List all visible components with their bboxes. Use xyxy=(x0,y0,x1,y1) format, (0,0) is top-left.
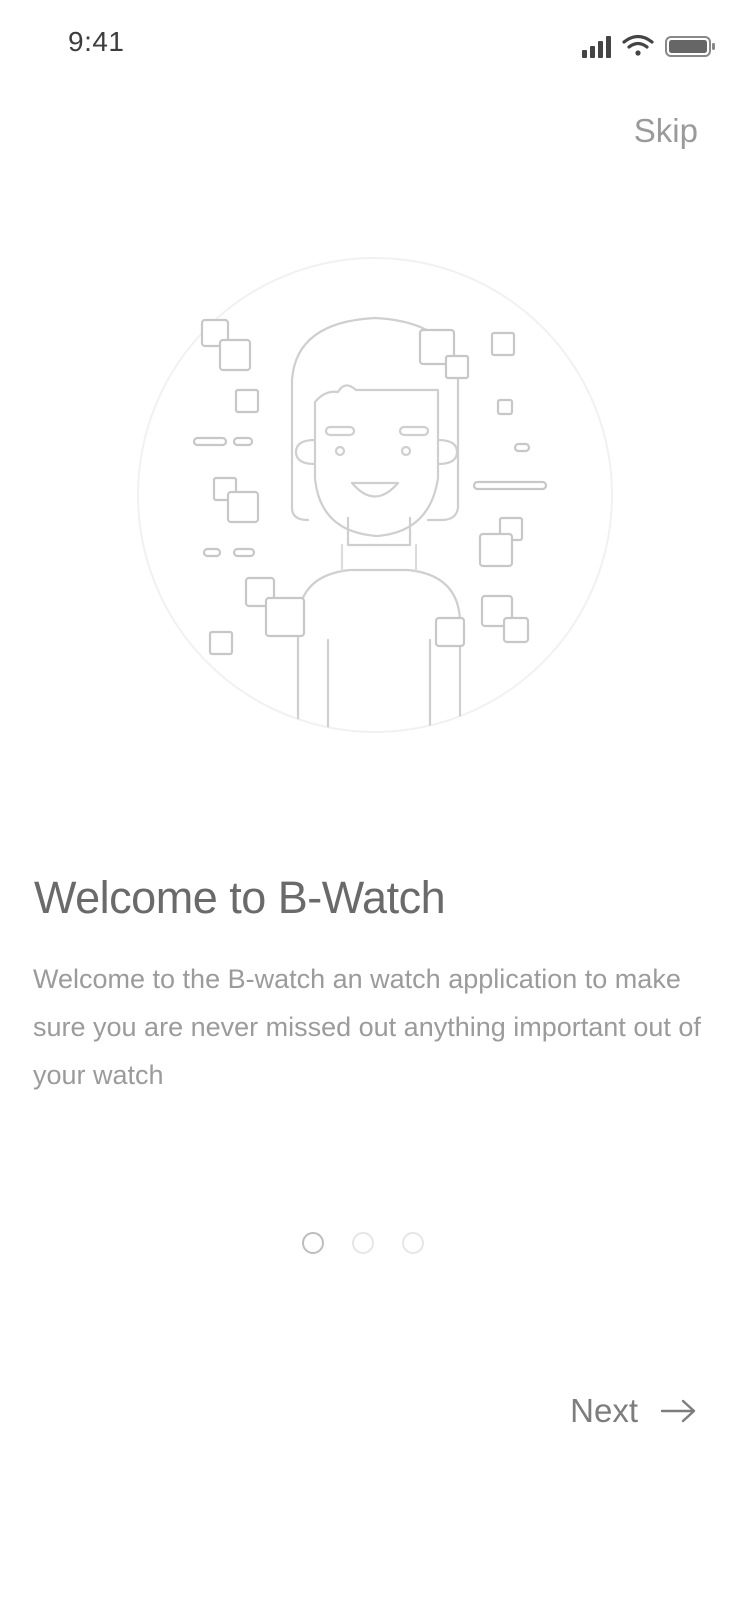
onboarding-title: Welcome to B-Watch xyxy=(34,872,446,923)
onboarding-description: Welcome to the B-watch an watch applicat… xyxy=(33,964,701,1090)
page-dot-1-active[interactable] xyxy=(302,1232,324,1254)
page-dot-2[interactable] xyxy=(352,1232,374,1254)
page-indicator xyxy=(302,1232,424,1256)
battery-icon xyxy=(665,36,715,57)
status-bar: 9:41 xyxy=(0,0,750,90)
next-button[interactable]: Next xyxy=(570,1392,698,1430)
decorative-squares xyxy=(200,318,530,656)
skip-button[interactable]: Skip xyxy=(634,112,698,150)
status-time: 9:41 xyxy=(68,26,125,57)
onboarding-illustration xyxy=(137,257,613,733)
cellular-signal-icon xyxy=(582,36,611,58)
page-dot-3[interactable] xyxy=(402,1232,424,1254)
next-label: Next xyxy=(570,1392,638,1429)
status-icons xyxy=(582,34,715,58)
avatar-figure xyxy=(290,316,462,732)
arrow-right-icon xyxy=(660,1399,696,1423)
wifi-icon xyxy=(622,34,654,56)
